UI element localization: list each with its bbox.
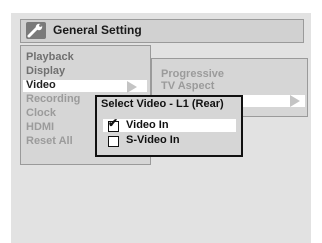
menu-item-video[interactable]: Video	[26, 79, 56, 92]
arrow-right-icon	[290, 95, 300, 107]
wrench-icon	[26, 22, 46, 39]
menu-item-reset-all[interactable]: Reset All	[26, 135, 73, 148]
menu-item-clock[interactable]: Clock	[26, 107, 56, 120]
menu-item-recording[interactable]: Recording	[26, 93, 80, 106]
sub-item-tv-aspect[interactable]: TV Aspect	[161, 80, 214, 92]
option-s-video-in[interactable]: S-Video In	[126, 134, 180, 147]
menu-item-display[interactable]: Display	[26, 65, 65, 78]
option-highlight	[103, 119, 236, 132]
s-video-in-checkbox[interactable]	[108, 136, 119, 147]
sub-item-progressive[interactable]: Progressive	[161, 68, 224, 80]
title-bar: General Setting	[20, 19, 304, 43]
checkmark-icon: ✔	[108, 116, 119, 130]
arrow-right-icon	[127, 81, 137, 93]
menu-item-playback[interactable]: Playback	[26, 51, 74, 64]
video-in-checkbox[interactable]: ✔	[108, 117, 119, 132]
select-video-dialog: Select Video - L1 (Rear) ✔ Video In S-Vi…	[95, 95, 243, 157]
osd-screen: General Setting Playback Display Video R…	[11, 13, 311, 243]
page-title: General Setting	[53, 23, 142, 37]
option-video-in[interactable]: Video In	[126, 119, 169, 132]
menu-item-hdmi[interactable]: HDMI	[26, 121, 54, 134]
dialog-title: Select Video - L1 (Rear)	[101, 98, 224, 110]
